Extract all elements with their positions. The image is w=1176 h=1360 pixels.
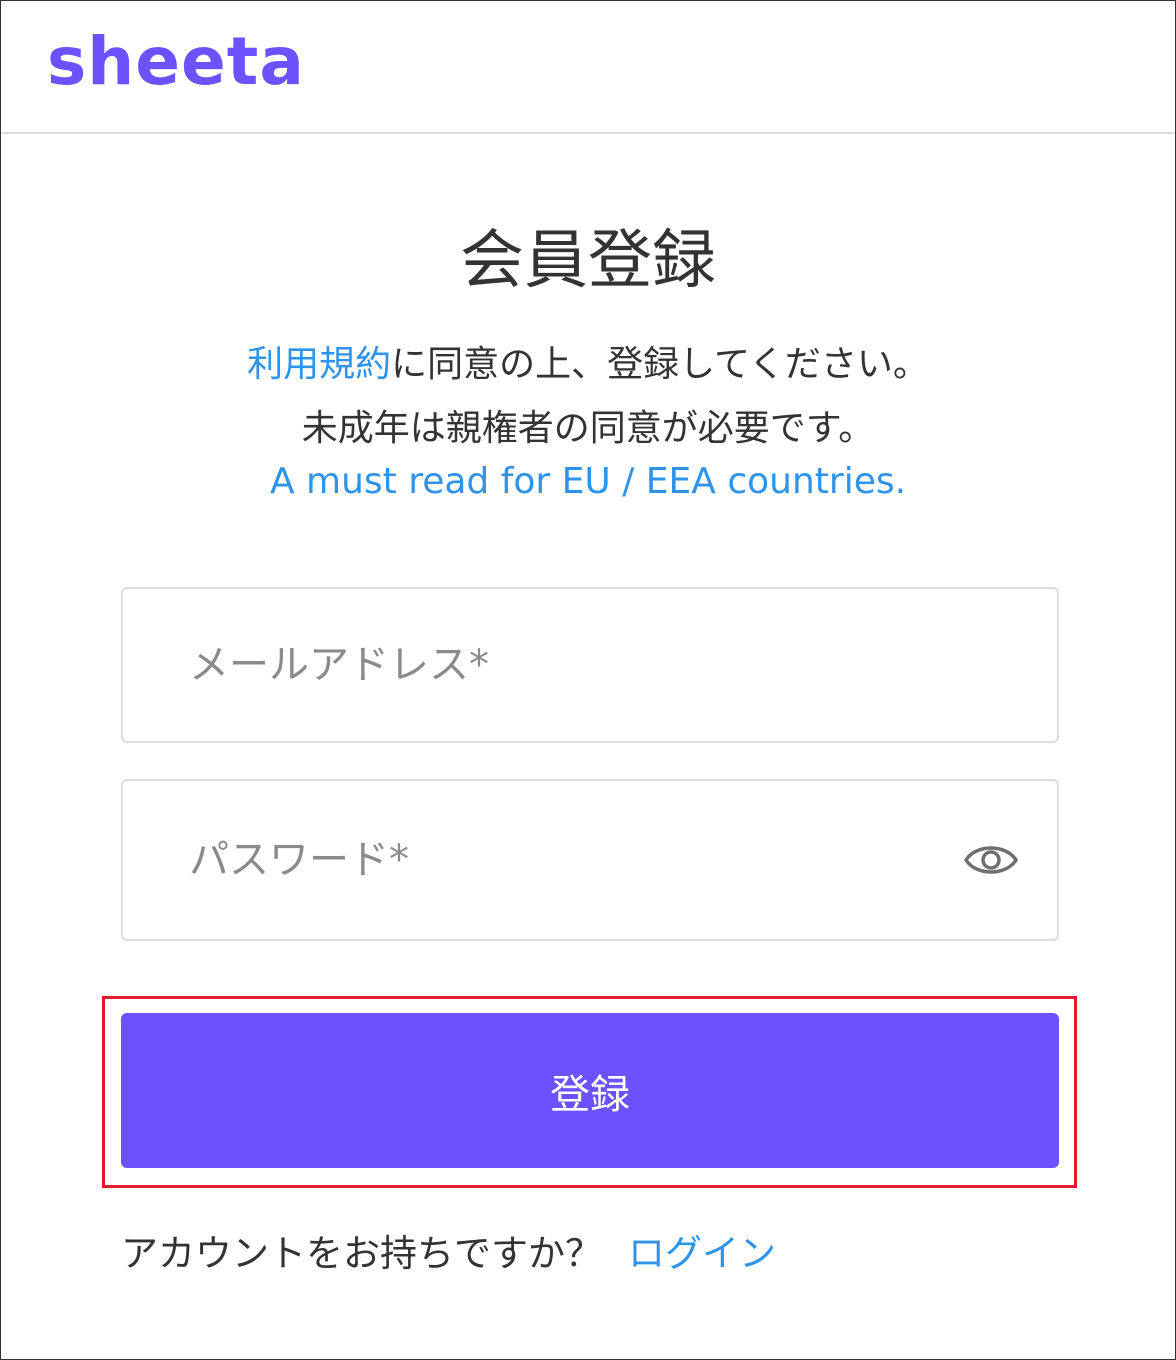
register-button[interactable]: 登録 — [121, 1013, 1059, 1168]
sheeta-logo[interactable]: sheeta — [47, 23, 305, 100]
terms-notice: 利用規約に同意の上、登録してください。 — [1, 335, 1175, 387]
login-question: アカウントをお持ちですか？ — [121, 1232, 602, 1275]
email-input[interactable] — [189, 589, 949, 741]
login-prompt: アカウントをお持ちですか？ ログイン — [121, 1223, 776, 1277]
header-bar: sheeta — [1, 1, 1175, 134]
password-input[interactable] — [189, 781, 949, 939]
minor-notice: 未成年は親権者の同意が必要です。 — [301, 408, 875, 449]
eu-eea-link[interactable]: A must read for EU / EEA countries. — [1, 461, 1175, 502]
page-title: 会員登録 — [460, 224, 716, 298]
email-field-box — [121, 587, 1059, 743]
terms-notice-text: に同意の上、登録してください。 — [391, 344, 929, 385]
eye-icon[interactable] — [963, 840, 1019, 880]
login-link[interactable]: ログイン — [628, 1232, 776, 1275]
password-field-box — [121, 779, 1059, 941]
signup-page: sheeta 会員登録 利用規約に同意の上、登録してください。 未成年は親権者の… — [0, 0, 1176, 1360]
terms-link[interactable]: 利用規約 — [247, 344, 391, 385]
